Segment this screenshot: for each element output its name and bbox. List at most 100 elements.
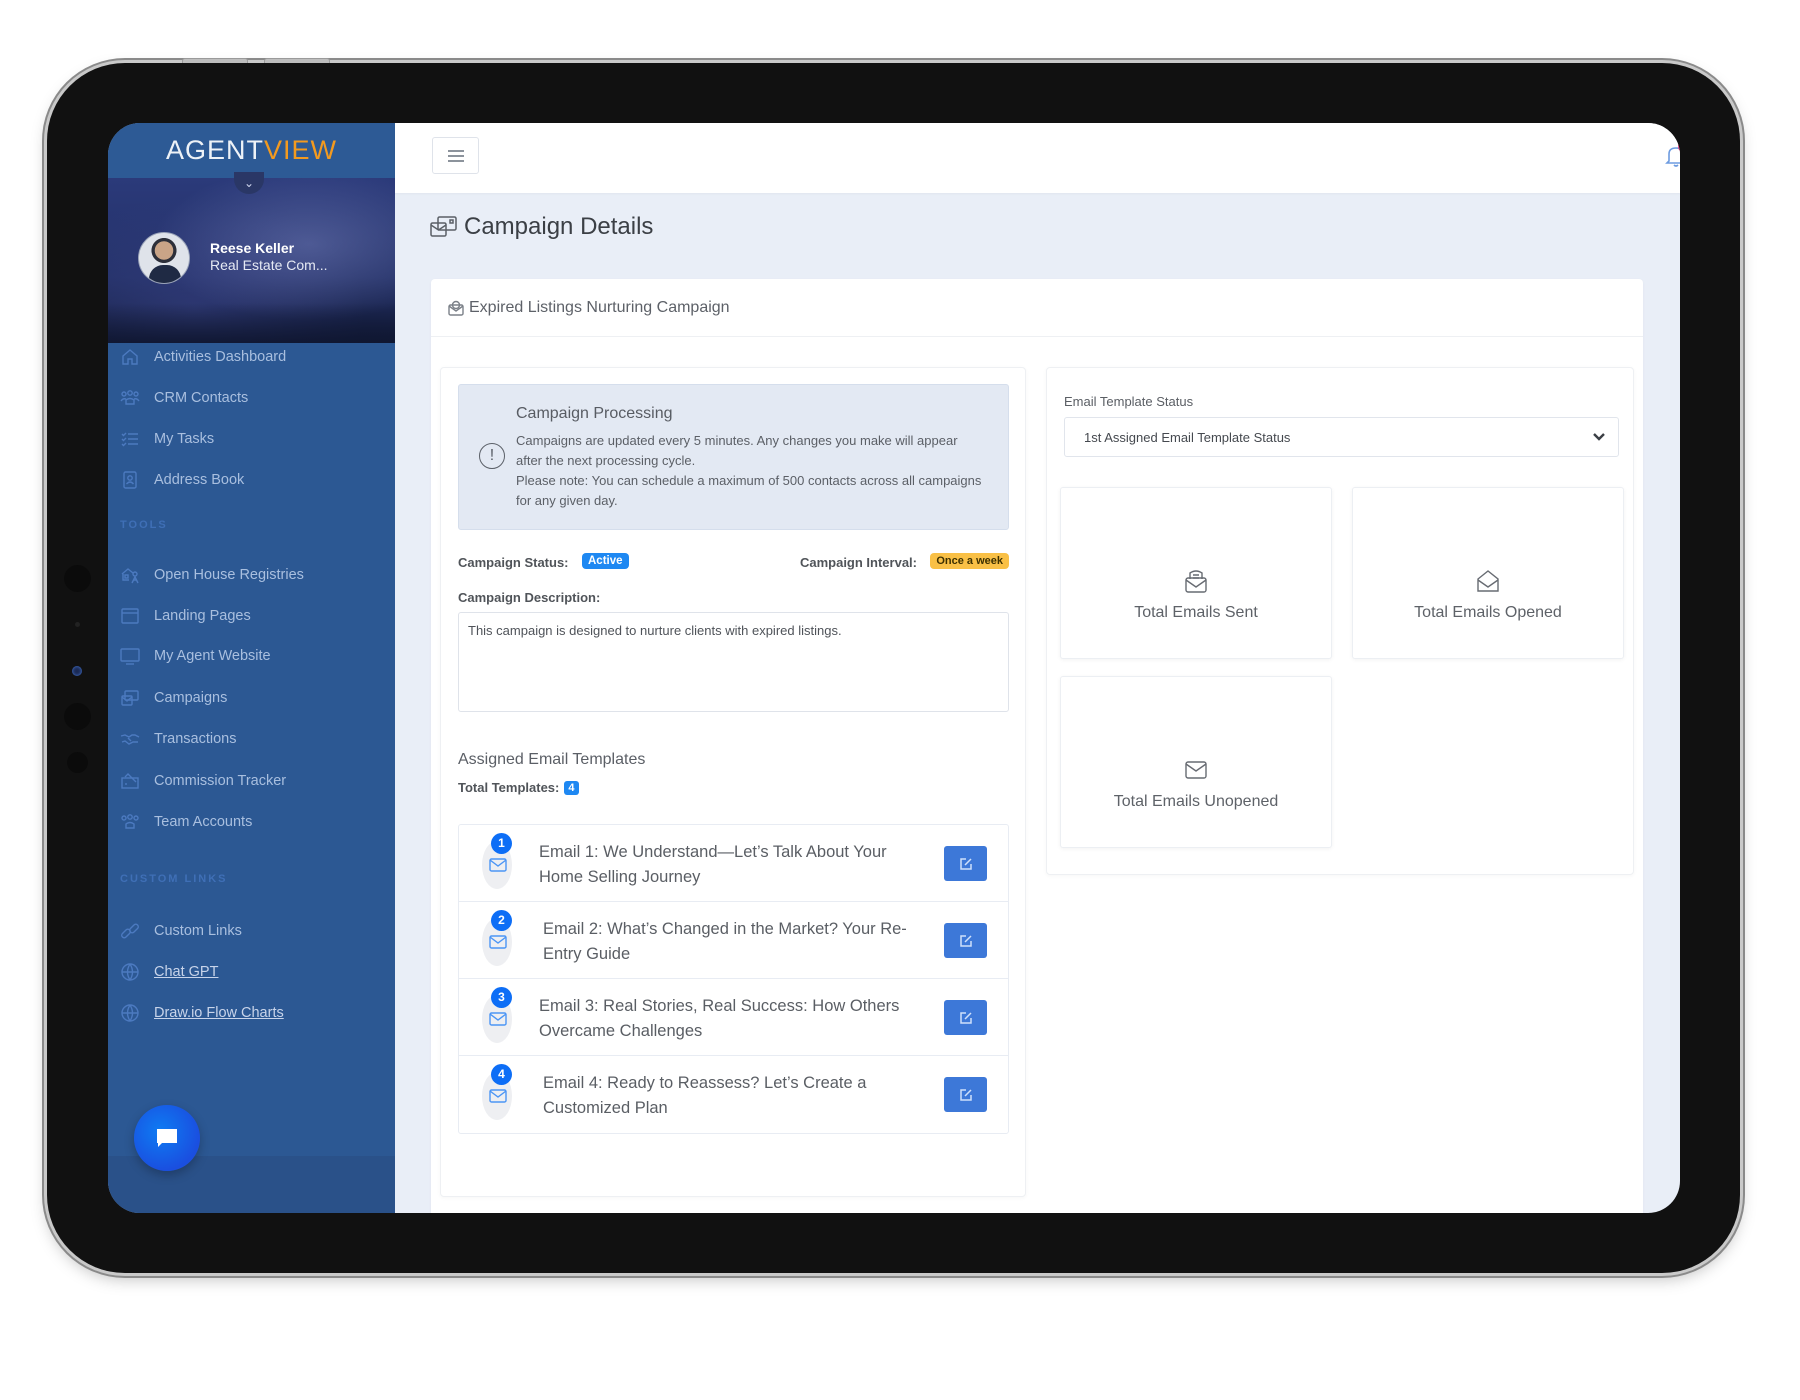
sidebar-item-custom-links[interactable]: Custom Links (120, 917, 242, 945)
globe-icon (120, 962, 140, 982)
sidebar-item-activities-dashboard[interactable]: Activities Dashboard (120, 343, 286, 371)
edit-icon (959, 1088, 972, 1101)
notifications-button[interactable]: 0 (1665, 138, 1680, 168)
sidebar-item-label: Transactions (154, 731, 237, 747)
template-title: Email 1: We Understand—Let’s Talk About … (539, 843, 887, 886)
sidebar-section-custom-links: CUSTOM LINKS (120, 873, 228, 885)
user-name: Reese Keller (210, 240, 295, 256)
tablet-sensor (64, 703, 91, 730)
profile-collapse-toggle[interactable]: ⌄ (234, 172, 264, 194)
template-number-badge: 3 (491, 987, 512, 1008)
edit-icon (959, 934, 972, 947)
campaign-status-row: Campaign Status: Active Campaign Interva… (458, 551, 1009, 575)
hamburger-icon (447, 154, 464, 157)
profile-background (108, 303, 395, 343)
template-number-badge: 4 (491, 1064, 512, 1085)
sidebar-item-label: Custom Links (154, 923, 242, 939)
sidebar-item-label: Chat GPT (154, 964, 219, 980)
tablet-sensor (64, 565, 91, 592)
logo-text-agent: AGENT (165, 135, 264, 165)
campaign-card-header: Expired Listings Nurturing Campaign (431, 279, 1643, 337)
email-template-item: 3 Email 3: Real Stories, Real Success: H… (459, 979, 1008, 1056)
envelope-icon (489, 1011, 507, 1027)
sidebar-item-label: My Agent Website (154, 648, 271, 664)
chat-button[interactable] (134, 1105, 200, 1171)
envelope-icon (489, 1088, 507, 1104)
user-profile: ⌄ Reese Keller Real Estate Com... (108, 172, 395, 343)
sidebar-item-label: Landing Pages (154, 608, 251, 624)
page-title-text: Campaign Details (464, 213, 654, 240)
logo[interactable]: AGENT VIEW (108, 123, 395, 178)
sidebar-item-chat-gpt[interactable]: Chat GPT (120, 958, 218, 986)
chevron-down-icon (1592, 429, 1606, 443)
edit-icon (959, 1011, 972, 1024)
sidebar-item-commission-tracker[interactable]: Commission Tracker (120, 767, 286, 795)
sidebar-section-tools: TOOLS (120, 519, 168, 531)
template-title: Email 4: Ready to Reassess? Let’s Create… (543, 1074, 867, 1117)
campaign-description-label: Campaign Description: (458, 590, 601, 605)
campaign-status-label: Campaign Status: (458, 555, 569, 570)
open-house-icon (120, 565, 140, 585)
sidebar-item-address-book[interactable]: Address Book (120, 466, 244, 494)
envelope-icon (489, 857, 507, 873)
alert-title: Campaign Processing (516, 405, 673, 422)
menu-toggle-button[interactable] (432, 137, 479, 174)
edit-template-button[interactable] (944, 846, 987, 881)
sidebar-item-landing-pages[interactable]: Landing Pages (120, 602, 251, 630)
users-icon (120, 388, 140, 408)
campaign-description-field[interactable]: This campaign is designed to nurture cli… (458, 612, 1009, 712)
campaign-name: Expired Listings Nurturing Campaign (469, 298, 730, 316)
sidebar-item-team-accounts[interactable]: Team Accounts (120, 808, 252, 836)
edit-template-button[interactable] (944, 1000, 987, 1035)
sidebar-item-drawio-flow-charts[interactable]: Draw.io Flow Charts (120, 999, 284, 1027)
alert-body: Campaigns are updated every 5 minutes. A… (516, 431, 986, 511)
email-sent-icon (1183, 568, 1209, 594)
campaign-interval-label: Campaign Interval: (799, 555, 917, 570)
sidebar-item-open-house-registries[interactable]: Open House Registries (120, 561, 304, 589)
alert-line: Please note: You can schedule a maximum … (516, 473, 982, 508)
email-template-status-select[interactable]: 1st Assigned Email Template Status (1064, 417, 1619, 457)
sidebar-item-crm-contacts[interactable]: CRM Contacts (120, 384, 248, 412)
total-templates-label: Total Templates: (458, 780, 560, 795)
template-title: Email 2: What’s Changed in the Market? Y… (543, 920, 907, 963)
sidebar-item-campaigns[interactable]: Campaigns (120, 684, 227, 712)
email-campaign-icon (448, 300, 464, 316)
sidebar-item-transactions[interactable]: Transactions (120, 725, 236, 753)
user-avatar[interactable] (138, 232, 190, 284)
home-icon (120, 347, 140, 367)
sidebar-item-label: Commission Tracker (154, 773, 287, 789)
edit-template-button[interactable] (944, 923, 987, 958)
browser-window-icon (120, 606, 140, 626)
sidebar-item-label: Draw.io Flow Charts (154, 1005, 284, 1021)
checklist-icon (120, 429, 140, 449)
campaigns-icon (120, 688, 140, 708)
stat-label: Total Emails Unopened (1113, 793, 1279, 810)
tablet-volume-button (264, 58, 330, 63)
campaign-status-badge: Active (582, 553, 629, 569)
address-book-icon (120, 470, 140, 490)
edit-template-button[interactable] (944, 1077, 987, 1112)
template-number-badge: 2 (491, 910, 512, 931)
email-template-list: 1 Email 1: We Understand—Let’s Talk Abou… (458, 824, 1009, 1134)
link-icon (120, 921, 140, 941)
handshake-icon (120, 729, 140, 749)
edit-icon (959, 857, 972, 870)
processing-alert: ! Campaign Processing Campaigns are upda… (458, 384, 1009, 530)
sidebar-item-label: Open House Registries (154, 567, 304, 583)
user-role: Real Estate Com... (210, 257, 328, 273)
campaign-info-panel: ! Campaign Processing Campaigns are upda… (440, 367, 1026, 1197)
template-number-badge: 1 (491, 833, 512, 854)
sidebar-item-my-tasks[interactable]: My Tasks (120, 425, 214, 453)
tablet-sensor (75, 622, 80, 627)
email-template-status-label: Email Template Status (1064, 394, 1194, 409)
assigned-templates-title: Assigned Email Templates (458, 751, 646, 768)
globe-icon (120, 1003, 140, 1023)
sidebar: AGENT VIEW ⌄ Reese Keller Real Estate Com… (108, 123, 395, 1213)
template-title: Email 3: Real Stories, Real Success: How… (539, 997, 900, 1040)
tablet-camera (72, 666, 82, 676)
tablet-screen: AGENT VIEW ⌄ Reese Keller Real Estate Com… (108, 123, 1680, 1213)
topbar: 0 (395, 123, 1680, 193)
email-template-item: 2 Email 2: What’s Changed in the Market?… (459, 902, 1008, 979)
page-title: Campaign Details (430, 213, 653, 241)
sidebar-item-my-agent-website[interactable]: My Agent Website (120, 642, 271, 670)
